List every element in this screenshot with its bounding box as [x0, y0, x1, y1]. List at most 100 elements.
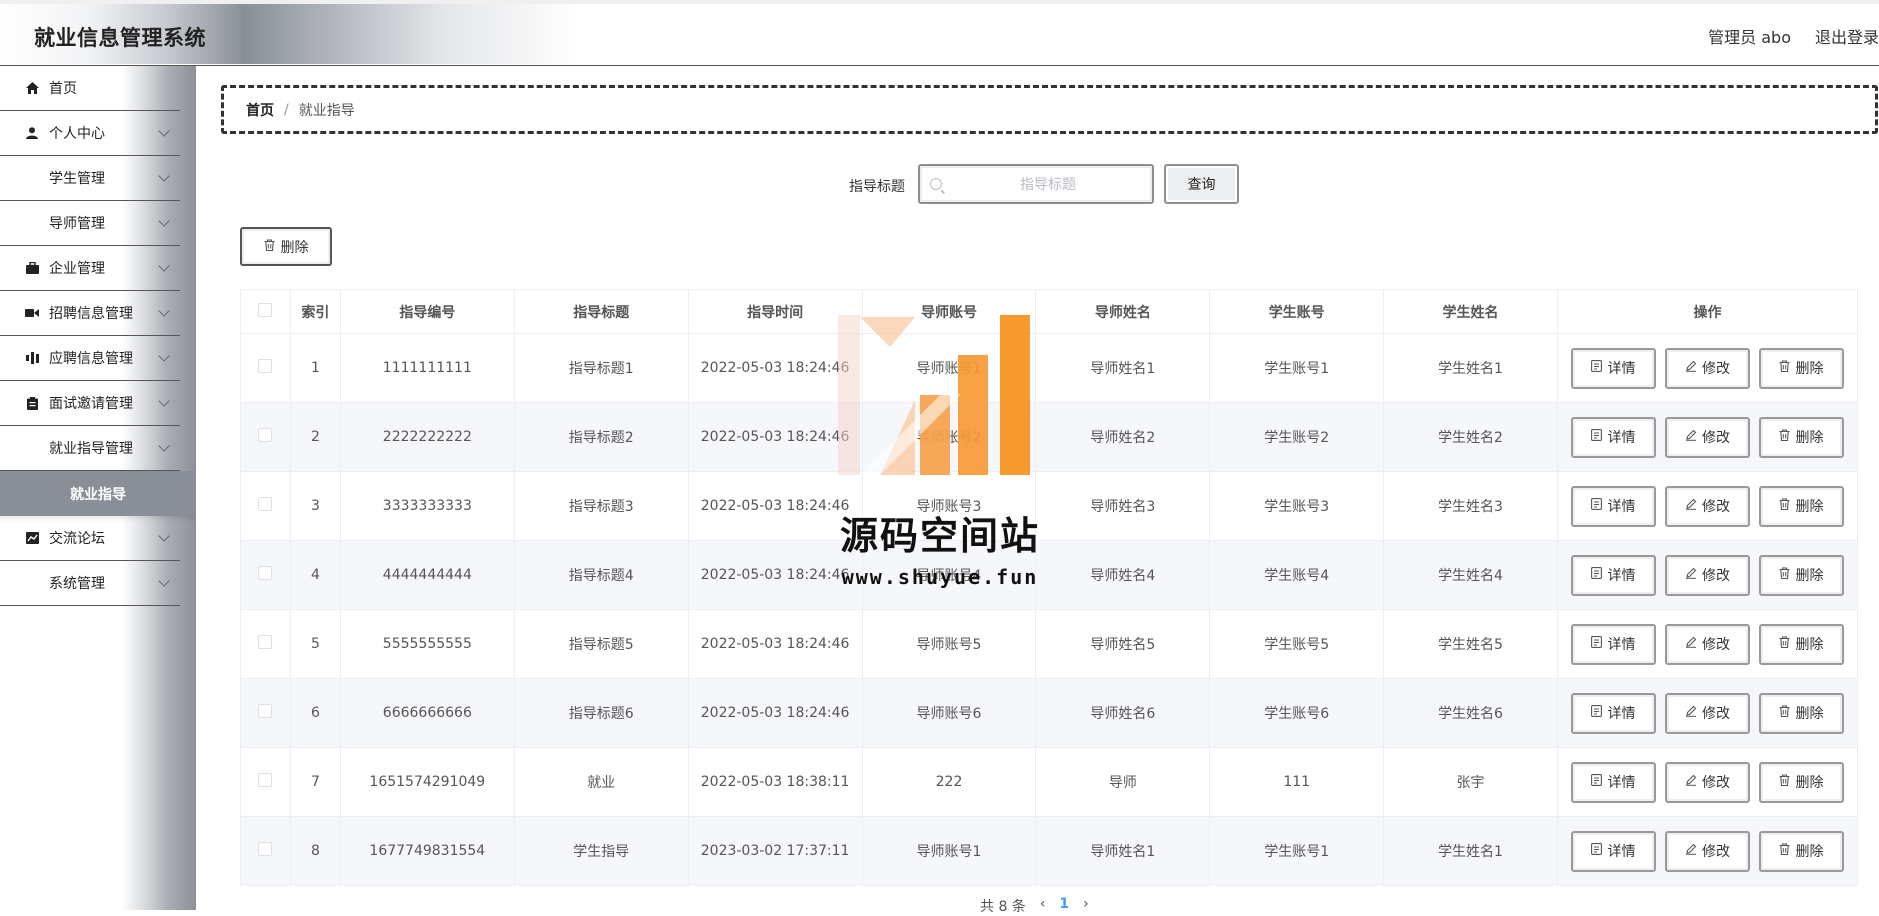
- select-all-cell: [240, 289, 291, 334]
- detail-button[interactable]: 详情: [1570, 692, 1656, 734]
- row-checkbox-cell: [240, 678, 291, 748]
- detail-button[interactable]: 详情: [1570, 416, 1656, 458]
- detail-button[interactable]: 详情: [1570, 761, 1656, 803]
- row-checkbox[interactable]: [258, 497, 273, 511]
- edit-button[interactable]: 修改: [1664, 416, 1750, 458]
- bulk-delete-button[interactable]: 删除: [240, 227, 332, 266]
- edit-button[interactable]: 修改: [1664, 485, 1750, 527]
- row-checkbox[interactable]: [258, 842, 273, 856]
- tutor-name-cell: 导师姓名4: [1035, 540, 1211, 610]
- delete-button[interactable]: 删除: [1758, 554, 1844, 596]
- trash-icon: [1779, 429, 1790, 445]
- pencil-icon: [1685, 843, 1697, 859]
- edit-button[interactable]: 修改: [1664, 761, 1750, 803]
- row-checkbox[interactable]: [258, 359, 273, 373]
- logout-link[interactable]: 退出登录: [1815, 24, 1879, 48]
- row-index-cell: 1: [289, 333, 341, 403]
- delete-button[interactable]: 删除: [1758, 761, 1844, 803]
- detail-button[interactable]: 详情: [1570, 485, 1656, 527]
- sidebar-item-applications[interactable]: 应聘信息管理: [0, 336, 180, 381]
- edit-button[interactable]: 修改: [1664, 554, 1750, 596]
- pencil-icon: [1685, 429, 1697, 445]
- actions-cell: 详情 修改 删除: [1556, 333, 1859, 403]
- table-row: 5 5555555555 指导标题5 2022-05-03 18:24:46 导师账号5…: [240, 609, 1859, 679]
- guidance-time-cell: 2022-05-03 18:38:11: [687, 747, 863, 817]
- sidebar-item-recruitment[interactable]: 招聘信息管理: [0, 291, 180, 336]
- delete-button[interactable]: 删除: [1758, 692, 1844, 734]
- edit-button[interactable]: 修改: [1664, 830, 1750, 872]
- trash-icon: [1779, 705, 1790, 721]
- pagination-next[interactable]: ›: [1083, 896, 1089, 916]
- breadcrumb-separator: /: [284, 101, 289, 118]
- search-input[interactable]: [948, 174, 1148, 196]
- student-name-cell: 学生姓名1: [1383, 333, 1558, 403]
- edit-label: 修改: [1701, 499, 1730, 515]
- student-account-cell: 学生账号3: [1209, 471, 1385, 541]
- delete-button[interactable]: 删除: [1758, 830, 1844, 872]
- sidebar-item-interviews[interactable]: 面试邀请管理: [0, 381, 180, 426]
- edit-label: 修改: [1701, 844, 1730, 860]
- search-field[interactable]: [918, 164, 1154, 204]
- grid-icon: [25, 576, 39, 590]
- sidebar-item-companies[interactable]: 企业管理: [0, 246, 180, 291]
- sidebar-item-guidance[interactable]: 就业指导管理: [0, 426, 180, 471]
- detail-label: 详情: [1607, 568, 1636, 584]
- pagination: 共 8 条 ‹ 1 ›: [980, 896, 1089, 916]
- briefcase-icon: [25, 261, 39, 275]
- query-button[interactable]: 查询: [1164, 164, 1239, 204]
- document-icon: [1591, 360, 1603, 376]
- delete-button[interactable]: 删除: [1758, 347, 1844, 389]
- row-checkbox[interactable]: [258, 635, 273, 649]
- user-icon: [25, 126, 39, 140]
- sidebar-item-tutors[interactable]: 导师管理: [0, 201, 180, 246]
- student-name-cell: 学生姓名4: [1383, 540, 1558, 610]
- guidance-time-cell: 2022-05-03 18:24:46: [687, 471, 863, 541]
- row-checkbox[interactable]: [258, 704, 273, 718]
- student-account-cell: 学生账号5: [1209, 609, 1385, 679]
- edit-button[interactable]: 修改: [1664, 623, 1750, 665]
- delete-button[interactable]: 删除: [1758, 623, 1844, 665]
- guidance-table: 索引 指导编号 指导标题 指导时间 导师账号 导师姓名 学生账号 学生姓名 操作…: [240, 289, 1859, 886]
- detail-button[interactable]: 详情: [1570, 554, 1656, 596]
- actions-cell: 详情 修改 删除: [1556, 609, 1859, 679]
- tutor-name-cell: 导师: [1035, 747, 1211, 817]
- table-row: 8 1677749831554 学生指导 2023-03-02 17:37:11 导师账…: [240, 816, 1859, 886]
- edit-button[interactable]: 修改: [1664, 347, 1750, 389]
- breadcrumb-home[interactable]: 首页: [246, 100, 274, 120]
- tutor-name-cell: 导师姓名5: [1035, 609, 1211, 679]
- sidebar-submenu-guidance-active[interactable]: 就业指导: [0, 471, 196, 522]
- pagination-prev[interactable]: ‹: [1040, 896, 1046, 916]
- trash-icon: [1779, 843, 1790, 859]
- detail-label: 详情: [1607, 706, 1636, 722]
- row-index-cell: 3: [289, 471, 341, 541]
- column-header: 学生姓名: [1383, 289, 1558, 334]
- delete-label: 删除: [1795, 430, 1824, 446]
- sidebar-item-home[interactable]: 首页: [0, 66, 180, 111]
- guidance-time-cell: 2022-05-03 18:24:46: [687, 678, 863, 748]
- edit-button[interactable]: 修改: [1664, 692, 1750, 734]
- delete-label: 删除: [1795, 499, 1824, 515]
- pagination-page[interactable]: 1: [1059, 896, 1069, 916]
- row-checkbox[interactable]: [258, 773, 273, 787]
- student-name-cell: 学生姓名6: [1383, 678, 1558, 748]
- delete-label: 删除: [1795, 637, 1824, 653]
- student-name-cell: 学生姓名1: [1383, 816, 1558, 886]
- delete-button[interactable]: 删除: [1758, 416, 1844, 458]
- delete-button[interactable]: 删除: [1758, 485, 1844, 527]
- select-all-checkbox[interactable]: [258, 302, 273, 317]
- guidance-title-cell: 指导标题6: [513, 678, 689, 748]
- detail-button[interactable]: 详情: [1570, 830, 1656, 872]
- pencil-icon: [1685, 360, 1697, 376]
- detail-button[interactable]: 详情: [1570, 623, 1656, 665]
- sidebar-item-profile[interactable]: 个人中心: [0, 111, 180, 156]
- student-account-cell: 学生账号4: [1209, 540, 1385, 610]
- sidebar-item-system[interactable]: 系统管理: [0, 561, 180, 606]
- detail-button[interactable]: 详情: [1570, 347, 1656, 389]
- document-icon: [1591, 636, 1603, 652]
- row-checkbox[interactable]: [258, 428, 273, 442]
- row-checkbox[interactable]: [258, 566, 273, 580]
- delete-label: 删除: [1795, 361, 1824, 377]
- sidebar-item-forum[interactable]: 交流论坛: [0, 516, 180, 561]
- top-header: 就业信息管理系统 管理员 abo 退出登录: [0, 0, 1879, 66]
- breadcrumb: 首页 / 就业指导: [221, 85, 1878, 134]
